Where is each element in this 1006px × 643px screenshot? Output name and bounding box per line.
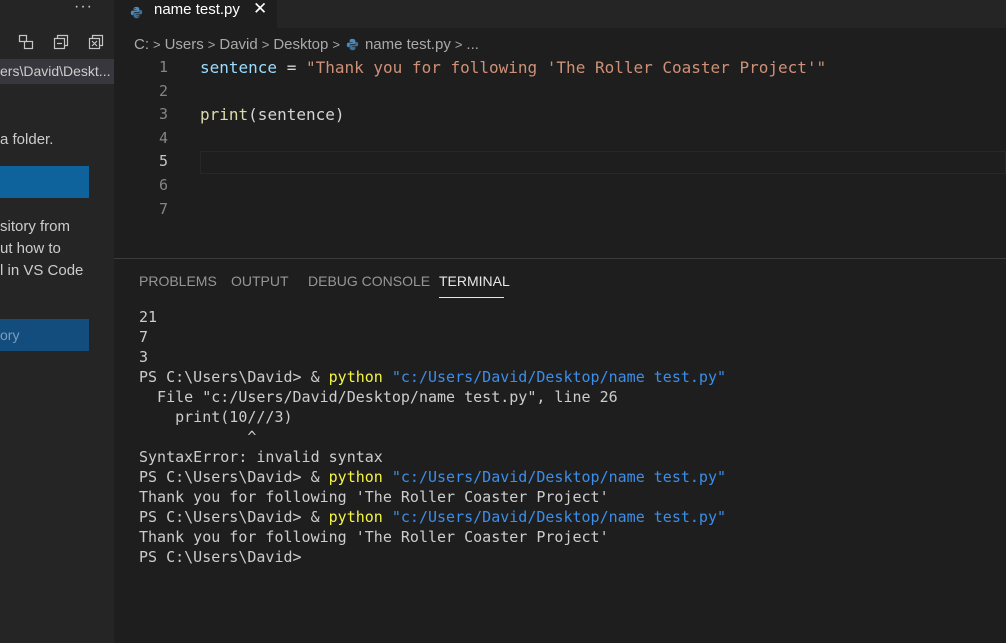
terminal-line: ^: [139, 428, 257, 446]
clone-repository-button[interactable]: ory: [0, 319, 89, 351]
breadcrumb-item-drive[interactable]: C:: [134, 36, 149, 53]
terminal-command: python: [328, 368, 383, 386]
terminal-prompt: PS C:\Users\David> &: [139, 468, 329, 486]
code-token-args: (sentence): [248, 105, 345, 125]
new-file-icon[interactable]: [18, 34, 34, 50]
tab-terminal[interactable]: TERMINAL: [439, 273, 510, 289]
explorer-sidebar: ··· ers\David\Deskt... a folder. sitory …: [0, 0, 114, 643]
chevron-right-icon: >: [153, 36, 161, 52]
code-token-variable: sentence: [200, 58, 278, 77]
breadcrumb-item-symbols[interactable]: ...: [466, 36, 479, 53]
line-number: 1: [158, 58, 168, 76]
tab-output[interactable]: OUTPUT: [231, 273, 289, 289]
terminal-line: PS C:\Users\David>: [139, 548, 302, 566]
terminal-line: Thank you for following 'The Roller Coas…: [139, 488, 609, 506]
close-tab-icon[interactable]: ✕: [253, 0, 267, 17]
terminal-prompt: PS C:\Users\David> &: [139, 508, 329, 526]
line-number: 3: [158, 105, 168, 124]
refresh-explorer-icon[interactable]: [53, 34, 69, 50]
tab-debug-console[interactable]: DEBUG CONSOLE: [308, 273, 430, 289]
line-number: 4: [158, 128, 168, 147]
current-line-highlight: [200, 151, 1006, 174]
open-folder-button[interactable]: [0, 166, 89, 198]
breadcrumb: C: > Users > David > Desktop > name test…: [134, 34, 479, 54]
terminal-command: python: [328, 508, 383, 526]
chevron-right-icon: >: [454, 36, 463, 52]
code-token-function: print: [200, 105, 249, 125]
line-number: 2: [158, 81, 168, 100]
collapse-all-icon[interactable]: [88, 34, 104, 50]
workspace-path[interactable]: ers\David\Deskt...: [0, 59, 114, 84]
python-file-icon: [130, 6, 143, 19]
tab-name-test-py[interactable]: name test.py ✕: [114, 0, 277, 28]
more-actions-icon[interactable]: ···: [74, 0, 93, 16]
terminal-line: File "c:/Users/David/Desktop/name test.p…: [139, 388, 618, 406]
breadcrumb-item-david[interactable]: David: [219, 36, 257, 53]
terminal-line: print(10///3): [139, 408, 293, 426]
terminal-line: PS C:\Users\David> & python "c:/Users/Da…: [139, 507, 999, 527]
code-token-string: "Thank you for following 'The Roller Coa…: [305, 58, 827, 77]
editor-tab-bar: name test.py ✕: [114, 0, 1006, 28]
code-line[interactable]: print(sentence): [200, 103, 345, 127]
breadcrumb-item-desktop[interactable]: Desktop: [273, 36, 328, 53]
terminal-command: python: [328, 468, 383, 486]
sidebar-text-line: l in VS Code: [0, 262, 84, 279]
breadcrumb-item-file[interactable]: name test.py: [365, 36, 451, 53]
terminal-argument: "c:/Users/David/Desktop/name test.py": [382, 468, 727, 486]
sidebar-text-line: ut how to: [0, 240, 61, 257]
terminal-argument: "c:/Users/David/Desktop/name test.py": [382, 368, 727, 386]
terminal-output[interactable]: 21 7 3 PS C:\Users\David> & python "c:/U…: [139, 307, 999, 567]
terminal-line: Thank you for following 'The Roller Coas…: [139, 528, 609, 546]
python-file-icon: [346, 38, 359, 50]
terminal-line: SyntaxError: invalid syntax: [139, 448, 383, 466]
terminal-line: PS C:\Users\David> & python "c:/Users/Da…: [139, 367, 999, 387]
tab-problems[interactable]: PROBLEMS: [139, 273, 217, 289]
terminal-line: 7: [139, 328, 149, 346]
breadcrumb-item-users[interactable]: Users: [165, 36, 204, 53]
terminal-line: 3: [139, 348, 149, 366]
code-line[interactable]: sentence = "Thank you for following 'The…: [200, 56, 826, 80]
line-number: 5: [158, 152, 168, 171]
terminal-line: PS C:\Users\David> & python "c:/Users/Da…: [139, 467, 999, 487]
chevron-right-icon: >: [332, 36, 340, 52]
sidebar-text-line: sitory from: [0, 218, 71, 235]
line-number: 6: [158, 176, 168, 194]
line-number: 7: [158, 199, 168, 218]
chevron-right-icon: >: [207, 36, 216, 52]
code-token-operator: =: [277, 58, 306, 77]
bottom-panel: PROBLEMS OUTPUT DEBUG CONSOLE TERMINAL 2…: [114, 258, 1006, 643]
tab-label: name test.py: [154, 1, 240, 18]
terminal-argument: "c:/Users/David/Desktop/name test.py": [382, 508, 727, 526]
sidebar-text-line: a folder.: [0, 131, 54, 148]
terminal-prompt: PS C:\Users\David> &: [139, 368, 329, 386]
active-tab-indicator: [439, 297, 504, 298]
terminal-line: 21: [139, 308, 158, 326]
code-editor[interactable]: 1 2 3 4 5 6 7 sentence = "Thank you for …: [114, 56, 1006, 256]
chevron-right-icon: >: [261, 36, 270, 52]
